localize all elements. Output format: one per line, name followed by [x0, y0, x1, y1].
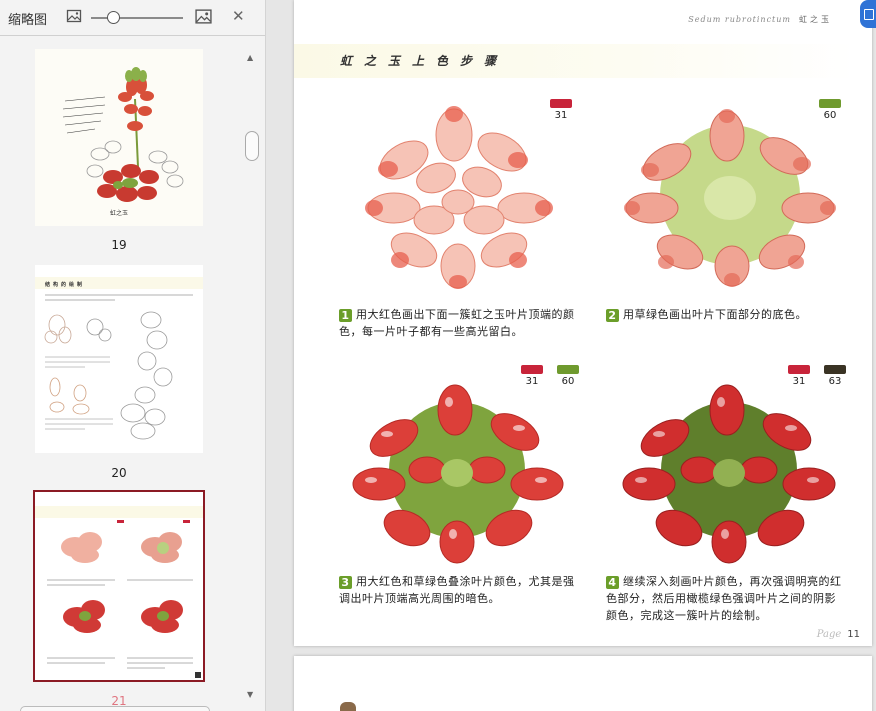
document-page: Sedum rubrotinctum 虹之玉 虹之玉上色步骤 31 60 31 6…: [294, 0, 872, 646]
page-number: 11: [847, 629, 860, 640]
step-4-illustration: [622, 384, 836, 564]
scroll-down-arrow-icon[interactable]: ▼: [247, 690, 253, 699]
panel-horizontal-scrollbar[interactable]: [20, 706, 210, 711]
step-3-illustration: [352, 384, 564, 564]
chinese-species-name: 虹之玉: [799, 15, 832, 24]
thumbnail-19-caption: 虹之玉: [110, 209, 128, 217]
swatch-chip: [521, 365, 543, 374]
close-icon[interactable]: ✕: [232, 8, 245, 24]
next-page-decoration: [340, 702, 356, 711]
scroll-up-arrow-icon[interactable]: ▲: [247, 53, 253, 62]
step-description: 继续深入刻画叶片颜色，再次强调明亮的红色部分，然后用橄榄绿色强调叶片之间的阴影颜…: [606, 575, 842, 622]
swatch-chip: [824, 365, 846, 374]
thumbnail-toolbar: 缩略图 ✕: [0, 0, 265, 36]
zoom-slider-handle[interactable]: [107, 11, 120, 24]
step-number: 1: [339, 309, 352, 322]
thumbnail-page-21[interactable]: [33, 490, 205, 682]
thumbnail-page-19[interactable]: 虹之玉: [35, 49, 203, 226]
page-word: Page: [816, 629, 842, 640]
step-description: 用草绿色画出叶片下面部分的底色。: [623, 308, 807, 321]
latin-species-name: Sedum rubrotinctum: [688, 15, 791, 24]
image-small-icon[interactable]: [66, 8, 82, 24]
step-number: 2: [606, 309, 619, 322]
thumbnail-20-heading: 结构的绘制: [45, 281, 85, 288]
step-number: 3: [339, 576, 352, 589]
step-description: 用大红色画出下面一簇虹之玉叶片顶端的颜色，每一片叶子都有一些高光留白。: [339, 308, 575, 338]
thumbnail-panel: 缩略图 ✕ 虹之玉 19 结构的绘制 20 21 ▲ ▼: [0, 0, 266, 711]
extension-icon[interactable]: [860, 0, 876, 28]
page-footer: Page 11: [817, 629, 860, 640]
step-2-illustration: [624, 109, 836, 287]
step-4-text: 4 继续深入刻画叶片颜色，再次强调明亮的红色部分，然后用橄榄绿色强调叶片之间的阴影…: [606, 573, 846, 624]
thumbnail-21-illustration: [35, 492, 203, 680]
thumbnail-20-illustration: 结构的绘制: [35, 265, 203, 453]
scrollbar-thumb[interactable]: [245, 131, 259, 161]
page-heading: 虹之玉上色步骤: [340, 54, 509, 68]
swatch-chip: [788, 365, 810, 374]
image-large-icon[interactable]: [195, 8, 212, 25]
step-3-text: 3 用大红色和草绿色叠涂叶片颜色，尤其是强调出叶片顶端高光周围的暗色。: [339, 573, 579, 607]
zoom-slider-track[interactable]: [91, 17, 183, 19]
page-number-20: 20: [111, 466, 127, 480]
step-number: 4: [606, 576, 619, 589]
step-1-illustration: [365, 106, 553, 289]
thumbnail-page-20[interactable]: 结构的绘制: [35, 265, 203, 453]
swatch-chip: [557, 365, 579, 374]
next-document-page: [294, 656, 872, 711]
step-description: 用大红色和草绿色叠涂叶片颜色，尤其是强调出叶片顶端高光周围的暗色。: [339, 575, 575, 605]
thumbnail-19-illustration: 虹之玉: [35, 49, 203, 226]
step-2-text: 2 用草绿色画出叶片下面部分的底色。: [606, 306, 846, 323]
page-number-19: 19: [111, 238, 127, 252]
step-1-text: 1 用大红色画出下面一簇虹之玉叶片顶端的颜色，每一片叶子都有一些高光留白。: [339, 306, 579, 340]
page-running-header: Sedum rubrotinctum 虹之玉: [688, 14, 832, 25]
panel-title: 缩略图: [8, 13, 48, 28]
